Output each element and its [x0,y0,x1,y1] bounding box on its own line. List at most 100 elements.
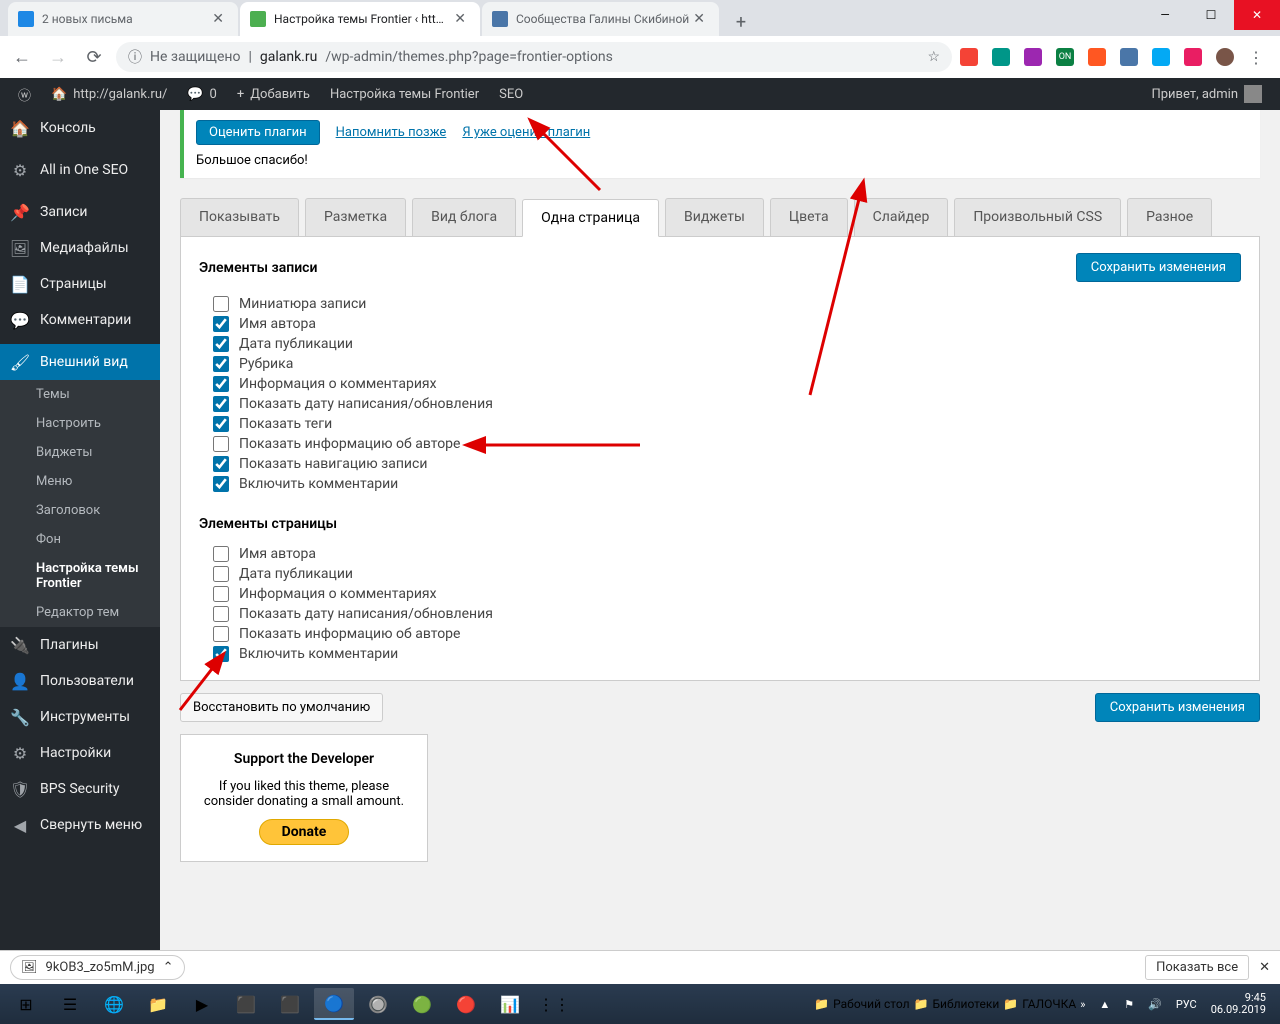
ext-icon[interactable]: ON [1056,48,1074,66]
checkbox[interactable] [213,646,229,662]
sidebar-item[interactable]: 🖌Внешний вид [0,344,160,380]
sidebar-item[interactable]: 🏠Консоль [0,110,160,146]
taskview-icon[interactable]: ☰ [50,988,90,1020]
show-all-downloads-button[interactable]: Показать все [1145,955,1249,980]
tray-arrow-icon[interactable]: ▲ [1099,998,1110,1011]
ext-icon[interactable] [960,48,978,66]
taskbar-folder[interactable]: 📁Библиотеки [914,997,1000,1011]
already-rated-link[interactable]: Я уже оценил плагин [462,125,590,140]
sidebar-subitem[interactable]: Меню [0,467,160,496]
chevron-up-icon[interactable]: ⌃ [163,960,174,975]
app-icon[interactable]: 🟢 [402,988,442,1020]
taskbar-folder[interactable]: 📁Рабочий стол [814,997,909,1011]
sidebar-subitem[interactable]: Фон [0,525,160,554]
settings-tab[interactable]: Разметка [305,198,406,236]
sidebar-item[interactable]: 🔌Плагины [0,627,160,663]
option-row[interactable]: Включить комментарии [213,644,1241,664]
settings-tab[interactable]: Одна страница [522,199,659,237]
checkbox[interactable] [213,356,229,372]
taskbar-folder[interactable]: 📁ГАЛОЧКА [1003,997,1076,1011]
donate-button[interactable]: Donate [259,819,350,845]
ext-icon[interactable] [1024,48,1042,66]
theme-settings-link[interactable]: Настройка темы Frontier [320,78,489,110]
save-button[interactable]: Сохранить изменения [1095,693,1260,722]
window-close-button[interactable]: ✕ [1234,0,1280,30]
option-row[interactable]: Показать дату написания/обновления [213,604,1241,624]
close-icon[interactable]: ✕ [689,11,709,27]
rate-plugin-button[interactable]: Оценить плагин [196,120,320,145]
sidebar-item[interactable]: 👤Пользователи [0,663,160,699]
close-icon[interactable]: ✕ [1259,960,1270,975]
sidebar-item[interactable]: 💬Комментарии [0,302,160,338]
option-row[interactable]: Показать информацию об авторе [213,434,1241,454]
settings-tab[interactable]: Показывать [180,198,299,236]
app-icon[interactable]: ⋮⋮ [534,988,574,1020]
wp-logo[interactable]: ⓦ [8,78,41,110]
minimize-button[interactable]: — [1142,0,1188,30]
reload-icon[interactable]: ⟳ [80,43,108,71]
sidebar-item[interactable]: ◀Свернуть меню [0,807,160,843]
forward-icon[interactable]: → [44,43,72,71]
sidebar-item[interactable]: 📄Страницы [0,266,160,302]
site-link[interactable]: 🏠http://galank.ru/ [41,78,177,110]
checkbox[interactable] [213,416,229,432]
settings-tab[interactable]: Слайдер [854,198,949,236]
browser-tab[interactable]: Настройка темы Frontier ‹ http:/ ✕ [240,2,480,36]
option-row[interactable]: Миниатюра записи [213,294,1241,314]
close-icon[interactable]: ✕ [450,11,470,27]
profile-link[interactable]: Привет, admin [1141,78,1272,110]
option-row[interactable]: Показать навигацию записи [213,454,1241,474]
option-row[interactable]: Показать теги [213,414,1241,434]
ie-icon[interactable]: 🌐 [94,988,134,1020]
option-row[interactable]: Дата публикации [213,564,1241,584]
star-icon[interactable]: ☆ [927,49,940,65]
sidebar-item[interactable]: ⚙Настройки [0,735,160,771]
checkbox[interactable] [213,476,229,492]
tray-icon[interactable]: ⚑ [1124,998,1134,1011]
checkbox[interactable] [213,586,229,602]
download-item[interactable]: 🖼 9kOB3_zo5mM.jpg ⌃ [10,955,185,980]
settings-tab[interactable]: Вид блога [412,198,516,236]
option-row[interactable]: Включить комментарии [213,474,1241,494]
save-button[interactable]: Сохранить изменения [1076,253,1241,282]
seo-link[interactable]: SEO [489,78,533,110]
app-icon[interactable]: 🔘 [358,988,398,1020]
checkbox[interactable] [213,456,229,472]
browser-tab[interactable]: 2 новых письма ✕ [8,2,238,36]
checkbox[interactable] [213,296,229,312]
option-row[interactable]: Информация о комментариях [213,374,1241,394]
settings-tab[interactable]: Разное [1127,198,1212,236]
add-new[interactable]: +Добавить [227,78,320,110]
checkbox[interactable] [213,436,229,452]
comments-link[interactable]: 💬0 [177,78,227,110]
ext-icon[interactable] [1152,48,1170,66]
ext-icon[interactable] [1088,48,1106,66]
tray-chevron-icon[interactable]: » [1080,998,1085,1011]
start-button[interactable]: ⊞ [6,988,46,1020]
opera-icon[interactable]: 🔴 [446,988,486,1020]
ext-icon[interactable] [992,48,1010,66]
app-icon[interactable]: ⬛ [226,988,266,1020]
checkbox[interactable] [213,546,229,562]
settings-tab[interactable]: Виджеты [665,198,764,236]
app-icon[interactable]: ⬛ [270,988,310,1020]
checkbox[interactable] [213,376,229,392]
menu-icon[interactable]: ⋮ [1248,48,1264,67]
sidebar-item[interactable]: 🛡BPS Security [0,771,160,807]
sidebar-item[interactable]: 📌Записи [0,194,160,230]
explorer-icon[interactable]: 📁 [138,988,178,1020]
option-row[interactable]: Показать информацию об авторе [213,624,1241,644]
checkbox[interactable] [213,336,229,352]
app-icon[interactable]: 📊 [490,988,530,1020]
maximize-button[interactable]: ☐ [1188,0,1234,30]
sidebar-item[interactable]: 🖼Медиафайлы [0,230,160,266]
settings-tab[interactable]: Цвета [770,198,848,236]
sidebar-subitem[interactable]: Настройка темы Frontier [0,554,160,598]
sidebar-subitem[interactable]: Заголовок [0,496,160,525]
back-icon[interactable]: ← [8,43,36,71]
option-row[interactable]: Имя автора [213,544,1241,564]
checkbox[interactable] [213,606,229,622]
media-icon[interactable]: ▶ [182,988,222,1020]
option-row[interactable]: Информация о комментариях [213,584,1241,604]
remind-later-link[interactable]: Напомнить позже [336,125,447,140]
